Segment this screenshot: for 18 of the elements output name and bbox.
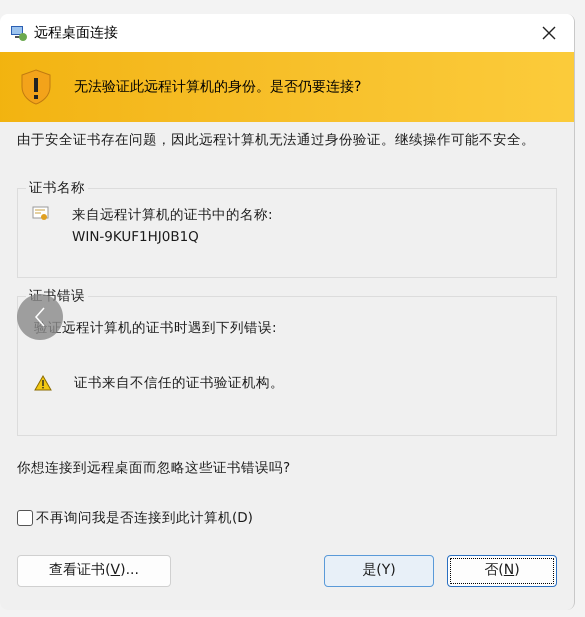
banner-text: 无法验证此远程计算机的身份。是否仍要连接? [74, 78, 362, 96]
dialog-button[interactable]: 否(N) [447, 554, 557, 586]
dialog-button[interactable]: 是(Y) [324, 554, 434, 586]
intro-text: 由于安全证书存在问题，因此远程计算机无法通过身份验证。继续操作可能不安全。 [17, 131, 536, 150]
checkbox-label: 不再询问我是否连接到此计算机(D) [36, 509, 253, 528]
dialog-button[interactable]: 查看证书(V)... [17, 554, 171, 586]
certificate-icon [32, 206, 50, 222]
warning-icon [34, 374, 52, 391]
error-text: 证书来自不信任的证书验证机构。 [74, 374, 284, 392]
monitor-icon [10, 24, 28, 42]
close-icon [542, 26, 556, 40]
question-text: 你想连接到远程桌面而忽略这些证书错误吗? [17, 459, 292, 478]
cert-name-label: 来自远程计算机的证书中的名称: [72, 206, 273, 226]
checkbox[interactable] [17, 510, 33, 526]
group-legend: 证书名称 [26, 178, 88, 198]
warning-shield-icon [20, 69, 52, 105]
cert-name-value: WIN-9KUF1HJ0B1Q [72, 228, 200, 248]
window-title: 远程桌面连接 [34, 24, 118, 42]
